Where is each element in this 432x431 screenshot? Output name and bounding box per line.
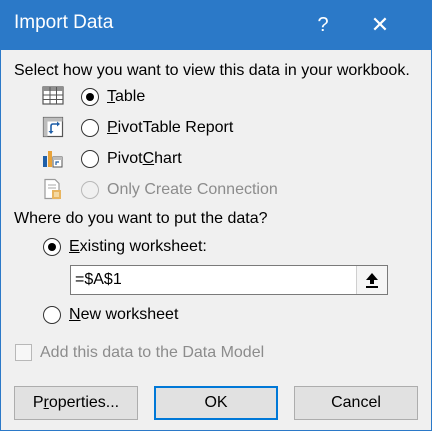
connection-radio[interactable] — [81, 181, 99, 199]
pivotchart-icon — [43, 151, 63, 168]
table-radio[interactable] — [81, 88, 99, 106]
pivotchart-option-label[interactable]: PivotChart — [107, 150, 182, 168]
existing-worksheet-radio[interactable] — [43, 238, 61, 256]
help-button[interactable]: ? — [308, 10, 338, 40]
location-prompt: Where do you want to put the data? — [14, 210, 268, 227]
data-model-label[interactable]: Add this data to the Data Model — [40, 344, 264, 362]
import-data-dialog: Import Data ? ✕ Select how you want to v… — [0, 0, 432, 431]
new-worksheet-radio[interactable] — [43, 306, 61, 324]
ok-button[interactable]: OK — [154, 386, 278, 420]
arrow-up-icon — [366, 273, 378, 288]
cancel-button[interactable]: Cancel — [294, 386, 418, 420]
close-button[interactable]: ✕ — [365, 10, 395, 40]
new-worksheet-label[interactable]: New worksheet — [69, 306, 178, 324]
pivotchart-radio[interactable] — [81, 150, 99, 168]
cell-reference-input[interactable] — [75, 269, 355, 291]
title-bar: Import Data ? ✕ — [1, 1, 431, 50]
table-icon — [42, 86, 64, 105]
pivottable-icon — [42, 116, 64, 138]
collapse-dialog-button[interactable] — [356, 266, 387, 294]
view-prompt: Select how you want to view this data in… — [14, 62, 410, 79]
properties-button[interactable]: Properties... — [14, 386, 138, 420]
connection-icon — [44, 178, 61, 200]
cell-reference-field[interactable] — [70, 265, 388, 295]
pivottable-option-label[interactable]: PivotTable Report — [107, 119, 233, 137]
dialog-title: Import Data — [14, 12, 114, 33]
existing-worksheet-label[interactable]: Existing worksheet: — [69, 238, 207, 256]
connection-option-label[interactable]: Only Create Connection — [107, 181, 278, 199]
pivottable-radio[interactable] — [81, 119, 99, 137]
data-model-checkbox[interactable] — [15, 344, 32, 361]
table-option-label[interactable]: Table — [107, 88, 145, 106]
